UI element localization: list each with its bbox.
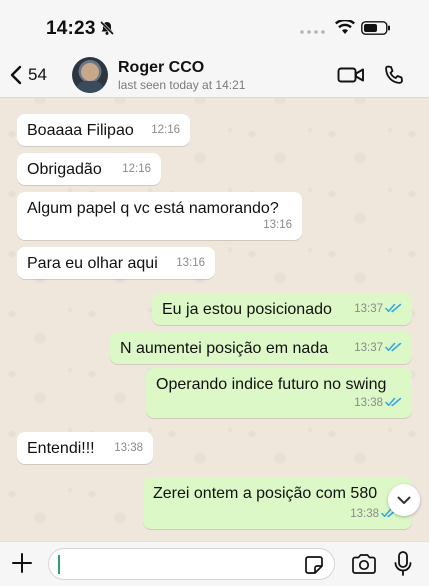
message-bubble-incoming[interactable]: Obrigadão 12:16: [17, 153, 161, 185]
message-time: 12:16: [151, 124, 180, 136]
back-button[interactable]: 54: [10, 60, 60, 90]
message-text: Obrigadão: [27, 161, 102, 178]
message-time: 12:16: [122, 163, 151, 175]
message-text: Boaaaa Filipao: [27, 122, 134, 139]
message-bubble-outgoing[interactable]: N aumentei posição em nada 13:37: [110, 332, 412, 364]
message-meta: 13:37: [354, 299, 402, 319]
message-meta: 13:37: [354, 338, 402, 358]
text-caret: [58, 555, 60, 574]
message-time: 13:16: [263, 219, 292, 231]
read-receipt-icon: [385, 342, 402, 352]
message-meta: 13:38: [354, 393, 402, 413]
message-time: 13:16: [176, 257, 205, 269]
chat-screen: 14:23 54 Roger CCO last seen today at 14…: [0, 0, 429, 586]
message-bubble-outgoing[interactable]: Eu ja estou posicionado 13:37: [152, 293, 412, 325]
video-call-icon[interactable]: [337, 65, 365, 85]
message-time: 13:38: [354, 397, 383, 409]
phone-call-icon[interactable]: [383, 64, 405, 86]
message-input[interactable]: [48, 548, 335, 580]
contact-name[interactable]: Roger CCO: [118, 59, 204, 77]
plus-icon[interactable]: [11, 552, 33, 574]
chevron-down-icon: [397, 496, 411, 504]
message-time: 13:38: [350, 508, 379, 520]
message-time: 13:37: [354, 303, 383, 315]
message-bubble-outgoing[interactable]: Zerei ontem a posição com 580 13:38: [143, 477, 412, 529]
unread-count: 54: [28, 65, 47, 84]
read-receipt-icon: [385, 303, 402, 313]
chat-header: 54 Roger CCO last seen today at 14:21: [0, 52, 429, 98]
message-bubble-outgoing[interactable]: Operando indice futuro no swing 13:38: [146, 368, 412, 418]
scroll-to-bottom-button[interactable]: [388, 484, 420, 516]
battery-icon: [361, 21, 390, 35]
message-time: 13:38: [114, 442, 143, 454]
clock: 14:23: [46, 18, 96, 39]
message-text: Eu ja estou posicionado: [162, 301, 332, 318]
message-bubble-incoming[interactable]: Para eu olhar aqui 13:16: [17, 247, 215, 279]
message-text: Entendi!!!: [27, 440, 95, 457]
message-time: 13:37: [354, 342, 383, 354]
wifi-icon: [335, 20, 355, 34]
sticker-icon[interactable]: [304, 555, 324, 575]
message-bubble-incoming[interactable]: Algum papel q vc está namorando? 13:16: [17, 192, 302, 240]
last-seen-status: last seen today at 14:21: [118, 78, 246, 92]
status-bar: 14:23: [0, 0, 429, 52]
read-receipt-icon: [385, 397, 402, 407]
microphone-icon[interactable]: [394, 551, 412, 577]
message-text: Para eu olhar aqui: [27, 255, 158, 272]
message-input-bar: [0, 541, 429, 586]
message-text: Zerei ontem a posição com 580: [153, 485, 378, 502]
bell-slash-icon: [99, 20, 115, 36]
message-bubble-incoming[interactable]: Entendi!!! 13:38: [17, 432, 153, 464]
message-text: N aumentei posição em nada: [120, 340, 329, 357]
camera-icon[interactable]: [351, 554, 377, 574]
message-text: Algum papel q vc está namorando?: [27, 200, 279, 217]
message-text: Operando indice futuro no swing: [156, 376, 387, 393]
message-bubble-incoming[interactable]: Boaaaa Filipao 12:16: [17, 114, 190, 146]
chevron-left-icon: [10, 65, 22, 85]
signal-dots-icon: [300, 30, 325, 34]
avatar[interactable]: [72, 57, 108, 93]
